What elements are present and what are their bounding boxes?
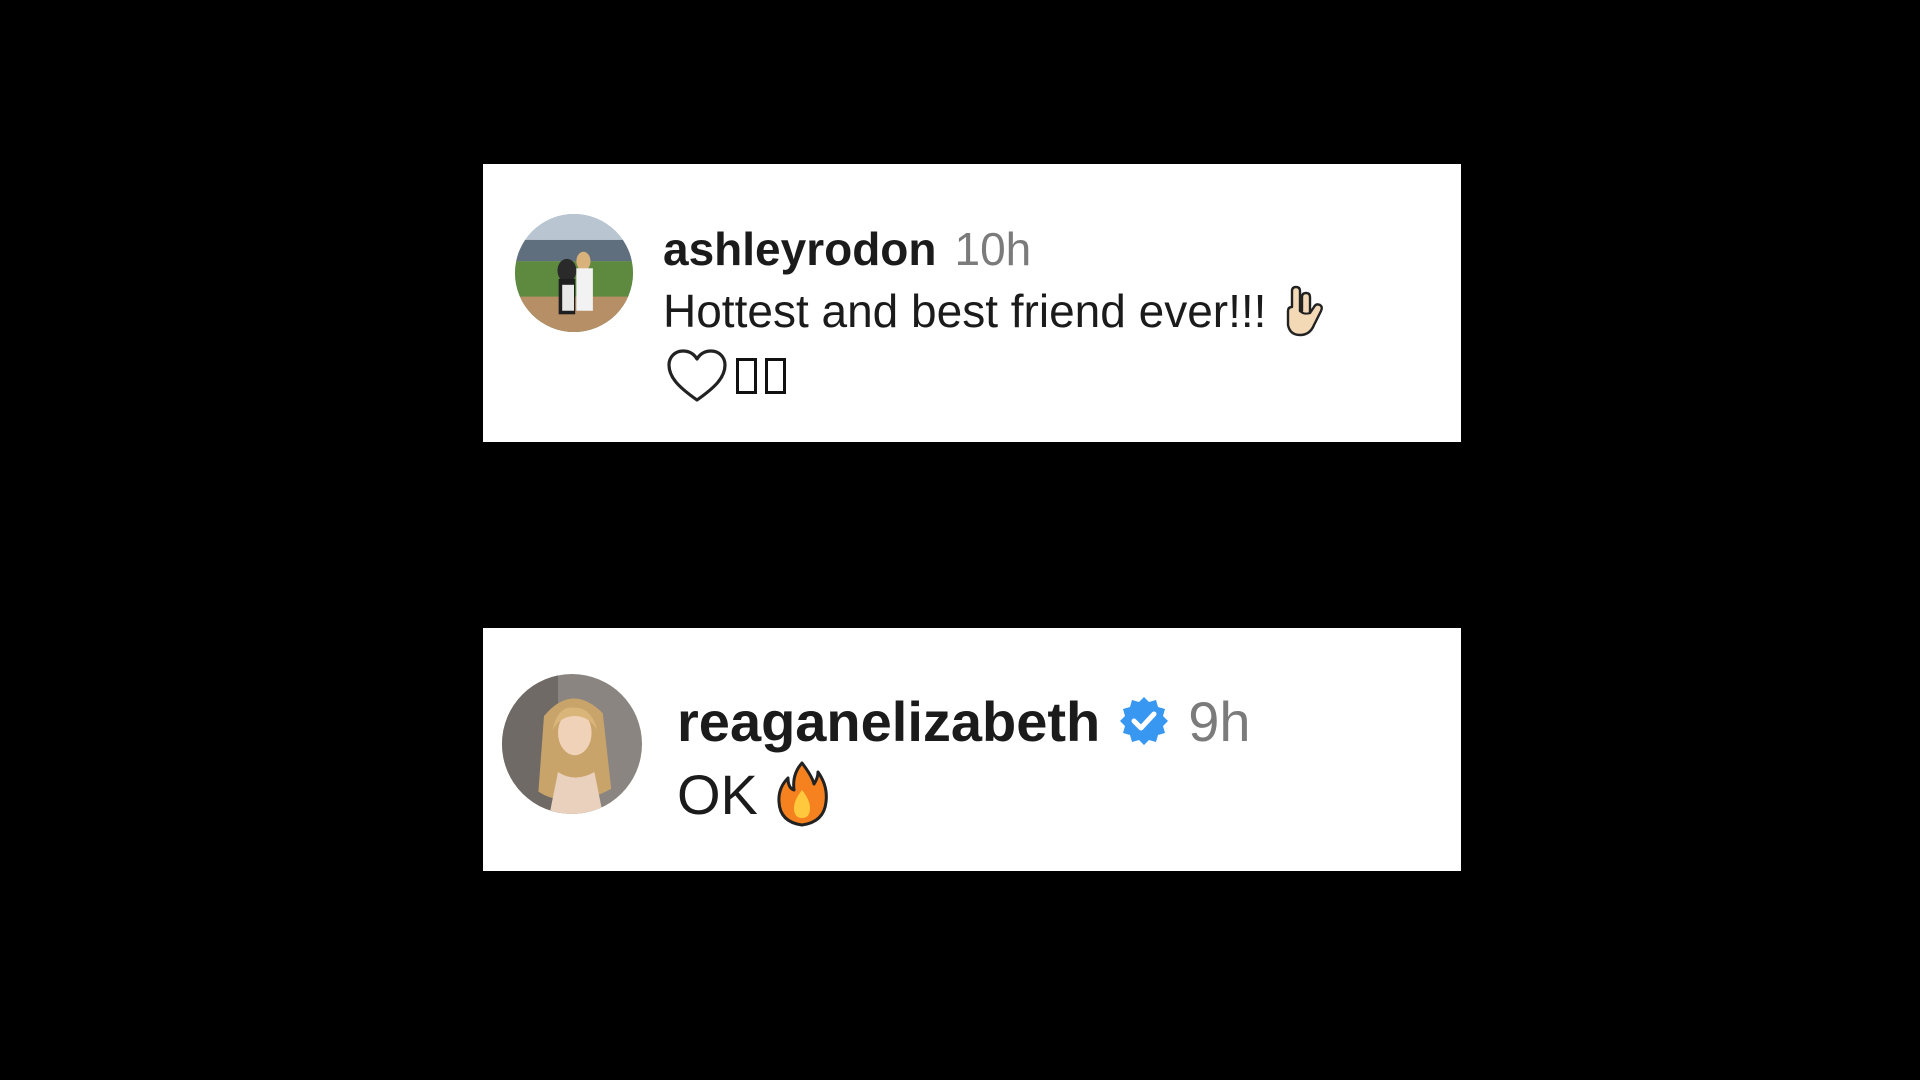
avatar[interactable]	[502, 674, 642, 814]
comment-text: OK	[677, 762, 758, 826]
avatar-photo	[502, 674, 642, 814]
comment-emoji-line	[666, 348, 786, 404]
comment-header: reaganelizabeth 9h	[677, 686, 1251, 756]
comment-card: ashleyrodon 10h Hottest and best friend …	[483, 164, 1461, 442]
missing-glyph-box	[765, 358, 786, 394]
verified-badge-icon	[1118, 695, 1170, 747]
username[interactable]: reaganelizabeth	[677, 689, 1100, 754]
fire-icon	[776, 760, 828, 828]
comment-text-line: Hottest and best friend ever!!!	[663, 284, 1328, 338]
username[interactable]: ashleyrodon	[663, 222, 937, 276]
avatar-photo	[515, 214, 633, 332]
screenshot-stage: ashleyrodon 10h Hottest and best friend …	[0, 0, 1920, 1080]
comment-header: ashleyrodon 10h	[663, 222, 1031, 278]
comment-text: Hottest and best friend ever!!!	[663, 285, 1267, 337]
comment-card: reaganelizabeth 9h OK	[483, 628, 1461, 871]
timestamp: 9h	[1188, 689, 1251, 753]
comment-text-line: OK	[677, 760, 828, 828]
timestamp: 10h	[954, 223, 1032, 275]
heart-icon	[666, 348, 728, 404]
missing-glyph-box	[736, 358, 757, 394]
love-you-hand-icon	[1282, 285, 1328, 337]
avatar[interactable]	[515, 214, 633, 332]
